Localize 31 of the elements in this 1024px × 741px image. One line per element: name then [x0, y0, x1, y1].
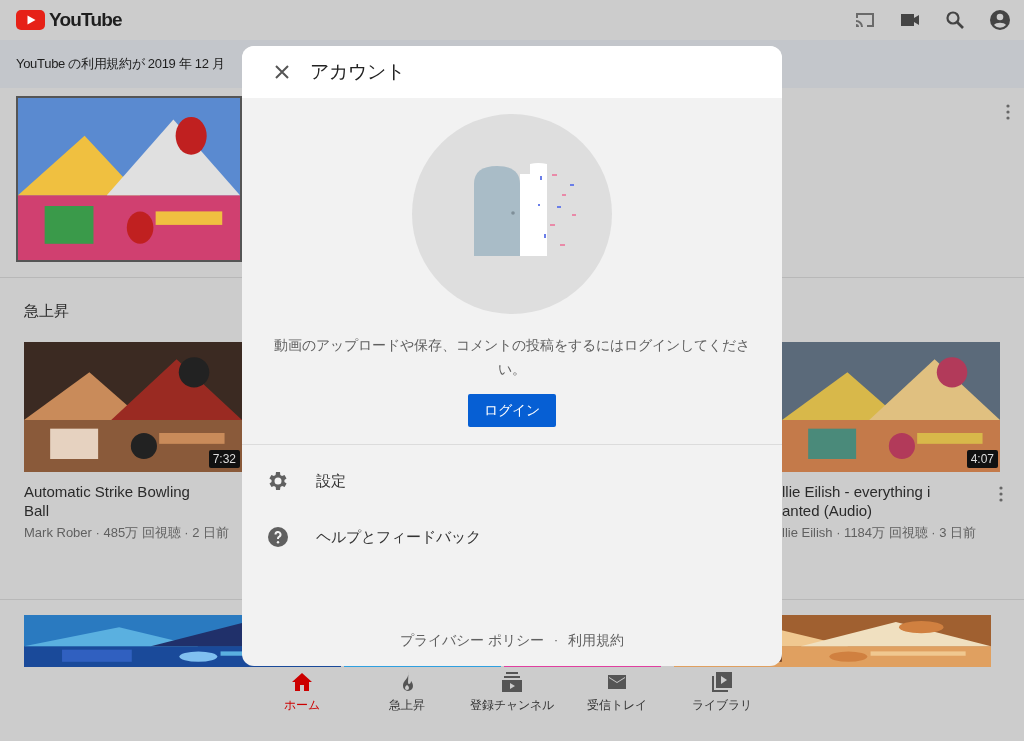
- section-title: 急上昇: [23, 301, 70, 321]
- account-icon[interactable]: [988, 8, 1012, 32]
- banner-text: YouTube の利用規約が 2019 年 12 月: [16, 55, 225, 73]
- login-message: 動画のアップロードや保存、コメントの投稿をするにはログインしてください。: [273, 337, 751, 379]
- login-button[interactable]: ログイン: [468, 394, 556, 427]
- subscriptions-icon: [500, 669, 524, 694]
- logo[interactable]: YouTube: [49, 9, 122, 31]
- duration-badge: 7:32: [208, 450, 240, 468]
- logo-icon: [16, 10, 45, 30]
- menu-item[interactable]: ヘルプとフィードバック: [242, 509, 782, 565]
- nav-tab[interactable]: 登録チャンネル: [459, 667, 565, 716]
- video-title[interactable]: anted (Audio): [782, 501, 999, 520]
- help-icon: [266, 525, 290, 549]
- nav-tab[interactable]: ホーム: [249, 667, 355, 716]
- nav-tab[interactable]: 急上昇: [354, 667, 460, 716]
- dialog-title: アカウント: [310, 60, 405, 84]
- video-title[interactable]: llie Eilish - everything i: [782, 482, 999, 501]
- menu-item[interactable]: 設定: [242, 453, 782, 509]
- duration-badge: 4:07: [966, 450, 998, 468]
- more-icon[interactable]: [1006, 104, 1010, 120]
- terms-link[interactable]: 利用規約: [568, 632, 625, 650]
- video-title[interactable]: Ball: [24, 501, 242, 520]
- separator-dot: ·: [553, 632, 559, 649]
- privacy-link[interactable]: プライバシー ポリシー: [399, 632, 544, 650]
- video-meta: llie Eilish · 1184万 回視聴 · 3 日前: [782, 524, 978, 542]
- more-icon[interactable]: [999, 486, 1003, 502]
- library-icon: [710, 669, 734, 694]
- video-title[interactable]: Automatic Strike Bowling: [24, 482, 242, 501]
- video-meta: Mark Rober · 485万 回視聴 · 2 日前: [24, 524, 231, 542]
- nav-tab[interactable]: ライブラリ: [669, 667, 775, 716]
- nav-tab[interactable]: 受信トレイ: [564, 667, 670, 716]
